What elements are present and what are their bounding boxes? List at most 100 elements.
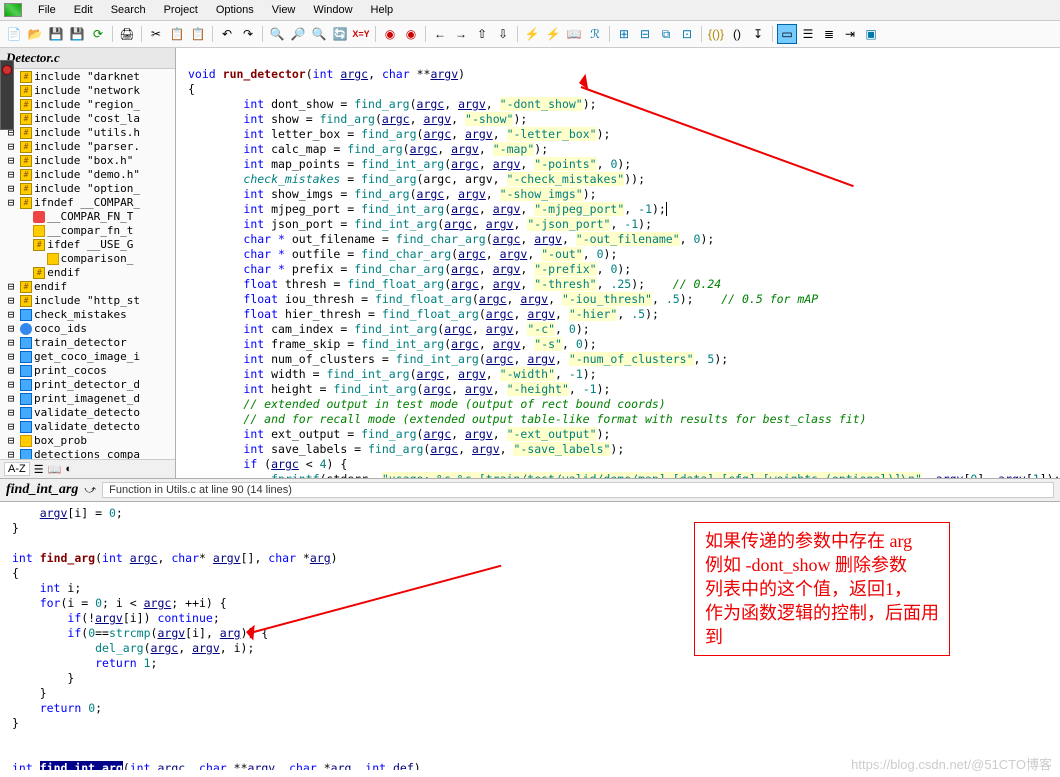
open-icon[interactable]: 📂 (25, 24, 45, 44)
symbol-item[interactable]: ⊟check_mistakes (0, 308, 175, 322)
symbol-item[interactable]: __COMPAR_FN_T (0, 210, 175, 224)
symbol-item[interactable]: ⊟include "parser. (0, 140, 175, 154)
fn-icon (20, 365, 32, 377)
paren-icon[interactable]: () (727, 24, 747, 44)
toggle-icon[interactable]: ◐ (65, 463, 72, 475)
hash-icon (20, 155, 32, 167)
cut-icon[interactable]: ✂ (146, 24, 166, 44)
menu-file[interactable]: File (30, 2, 64, 18)
fn-icon (20, 379, 32, 391)
find-prev-icon[interactable]: 🔍 (309, 24, 329, 44)
symbol-item[interactable]: ⊟validate_detecto (0, 406, 175, 420)
replace-icon[interactable]: 🔄 (330, 24, 350, 44)
brace-icon[interactable]: {()} (706, 24, 726, 44)
outline-icon[interactable]: ☰ (798, 24, 818, 44)
window-icon[interactable]: ▣ (861, 24, 881, 44)
symbol-item[interactable]: ⊟include "http_st (0, 294, 175, 308)
hash-icon (20, 127, 32, 139)
fn-icon (20, 407, 32, 419)
paste-icon[interactable]: 📋 (188, 24, 208, 44)
hash-icon (20, 295, 32, 307)
main-editor[interactable]: void run_detector(int argc, char **argv)… (176, 48, 1060, 478)
symbol-item[interactable]: ⊟include "demo.h" (0, 168, 175, 182)
copy-icon[interactable]: 📋 (167, 24, 187, 44)
new-file-icon[interactable]: 📄 (4, 24, 24, 44)
book-icon[interactable]: 📖 (564, 24, 584, 44)
highlight-icon[interactable]: ▭ (777, 24, 797, 44)
goto-icon[interactable]: X=Y (351, 24, 371, 44)
menu-options[interactable]: Options (208, 2, 262, 18)
symbol-item[interactable]: ⊟include "utils.h (0, 126, 175, 140)
symbol-item[interactable]: ⊟detections_compa (0, 448, 175, 459)
symbol-item[interactable]: ⊟get_coco_image_i (0, 350, 175, 364)
undo-icon[interactable]: ↶ (217, 24, 237, 44)
list-icon[interactable]: ≣ (819, 24, 839, 44)
symbol-item[interactable]: ⊟include "option_ (0, 182, 175, 196)
symbol-item[interactable]: ⊟box_prob (0, 434, 175, 448)
nav-down-icon[interactable]: ⇩ (493, 24, 513, 44)
find-icon[interactable]: 🔍 (267, 24, 287, 44)
menu-bar: File Edit Search Project Options View Wi… (0, 0, 1060, 21)
symbol-item[interactable]: ⊟train_detector (0, 336, 175, 350)
menu-search[interactable]: Search (103, 2, 154, 18)
nav-up-icon[interactable]: ⇧ (472, 24, 492, 44)
red-icon (33, 211, 45, 223)
relation-icon[interactable]: ℛ (585, 24, 605, 44)
nav-back-icon[interactable]: ← (430, 24, 450, 44)
symbol-item[interactable]: endif (0, 266, 175, 280)
symbol-item[interactable]: ifdef __USE_G (0, 238, 175, 252)
cascade-icon[interactable]: ⧉ (656, 24, 676, 44)
menu-view[interactable]: View (264, 2, 304, 18)
symbol-item[interactable]: ⊟validate_detecto (0, 420, 175, 434)
menu-window[interactable]: Window (305, 2, 360, 18)
symbol-item[interactable]: ⊟include "darknet (0, 70, 175, 84)
yel-icon (20, 435, 32, 447)
hash-icon (20, 85, 32, 97)
menu-edit[interactable]: Edit (66, 2, 101, 18)
sort-az-button[interactable]: A-Z (4, 462, 30, 476)
bookmark-toggle-icon[interactable]: ◉ (380, 24, 400, 44)
sidebar-title: Detector.c (0, 48, 175, 69)
jump-ref-icon[interactable]: ⚡ (543, 24, 563, 44)
jump-def-icon[interactable]: ⚡ (522, 24, 542, 44)
app-logo-icon (4, 3, 22, 17)
ref-down-icon[interactable]: ↧ (748, 24, 768, 44)
left-panel-fragment (0, 60, 14, 130)
find-next-icon[interactable]: 🔎 (288, 24, 308, 44)
symbol-item[interactable]: ⊟print_cocos (0, 364, 175, 378)
symbol-item[interactable]: comparison_ (0, 252, 175, 266)
save-all-icon[interactable]: 💾 (67, 24, 87, 44)
symbol-item[interactable]: ⊟coco_ids (0, 322, 175, 336)
filter-icon[interactable]: ☰ (34, 463, 44, 476)
print-icon[interactable]: 🖨 (117, 24, 137, 44)
hash-icon (20, 183, 32, 195)
menu-help[interactable]: Help (363, 2, 402, 18)
symbol-item[interactable]: ⊟print_imagenet_d (0, 392, 175, 406)
nav-fwd-icon[interactable]: → (451, 24, 471, 44)
symbol-item[interactable]: ⊟endif (0, 280, 175, 294)
symbol-item[interactable]: ⊟print_detector_d (0, 378, 175, 392)
save-icon[interactable]: 💾 (46, 24, 66, 44)
symbol-item[interactable]: ⊟include "region_ (0, 98, 175, 112)
symbol-item[interactable]: ⊟include "cost_la (0, 112, 175, 126)
fn-icon (20, 351, 32, 363)
symbol-item[interactable]: ⊟ifndef __COMPAR_ (0, 196, 175, 210)
symbol-item[interactable]: ⊟include "box.h" (0, 154, 175, 168)
reload-icon[interactable]: ⟳ (88, 24, 108, 44)
indent-icon[interactable]: ⇥ (840, 24, 860, 44)
bookmark-next-icon[interactable]: ◉ (401, 24, 421, 44)
close-win-icon[interactable]: ⊡ (677, 24, 697, 44)
tile-h-icon[interactable]: ⊞ (614, 24, 634, 44)
symbol-tree[interactable]: ⊟include "darknet⊟include "network⊟inclu… (0, 69, 175, 459)
book-icon[interactable]: 📖 (48, 463, 62, 476)
tile-v-icon[interactable]: ⊟ (635, 24, 655, 44)
symbol-item[interactable]: ⊟include "network (0, 84, 175, 98)
hash-icon (20, 71, 32, 83)
menu-project[interactable]: Project (156, 2, 206, 18)
reference-editor[interactable]: 如果传递的参数中存在 arg 例如 -dont_show 删除参数 列表中的这个… (0, 502, 1060, 770)
jump-icon[interactable]: ⤻ (84, 484, 96, 497)
redo-icon[interactable]: ↷ (238, 24, 258, 44)
annotation-box: 如果传递的参数中存在 arg 例如 -dont_show 删除参数 列表中的这个… (694, 522, 950, 656)
symbol-item[interactable]: __compar_fn_t (0, 224, 175, 238)
symbol-sidebar: Detector.c ⊟include "darknet⊟include "ne… (0, 48, 176, 478)
